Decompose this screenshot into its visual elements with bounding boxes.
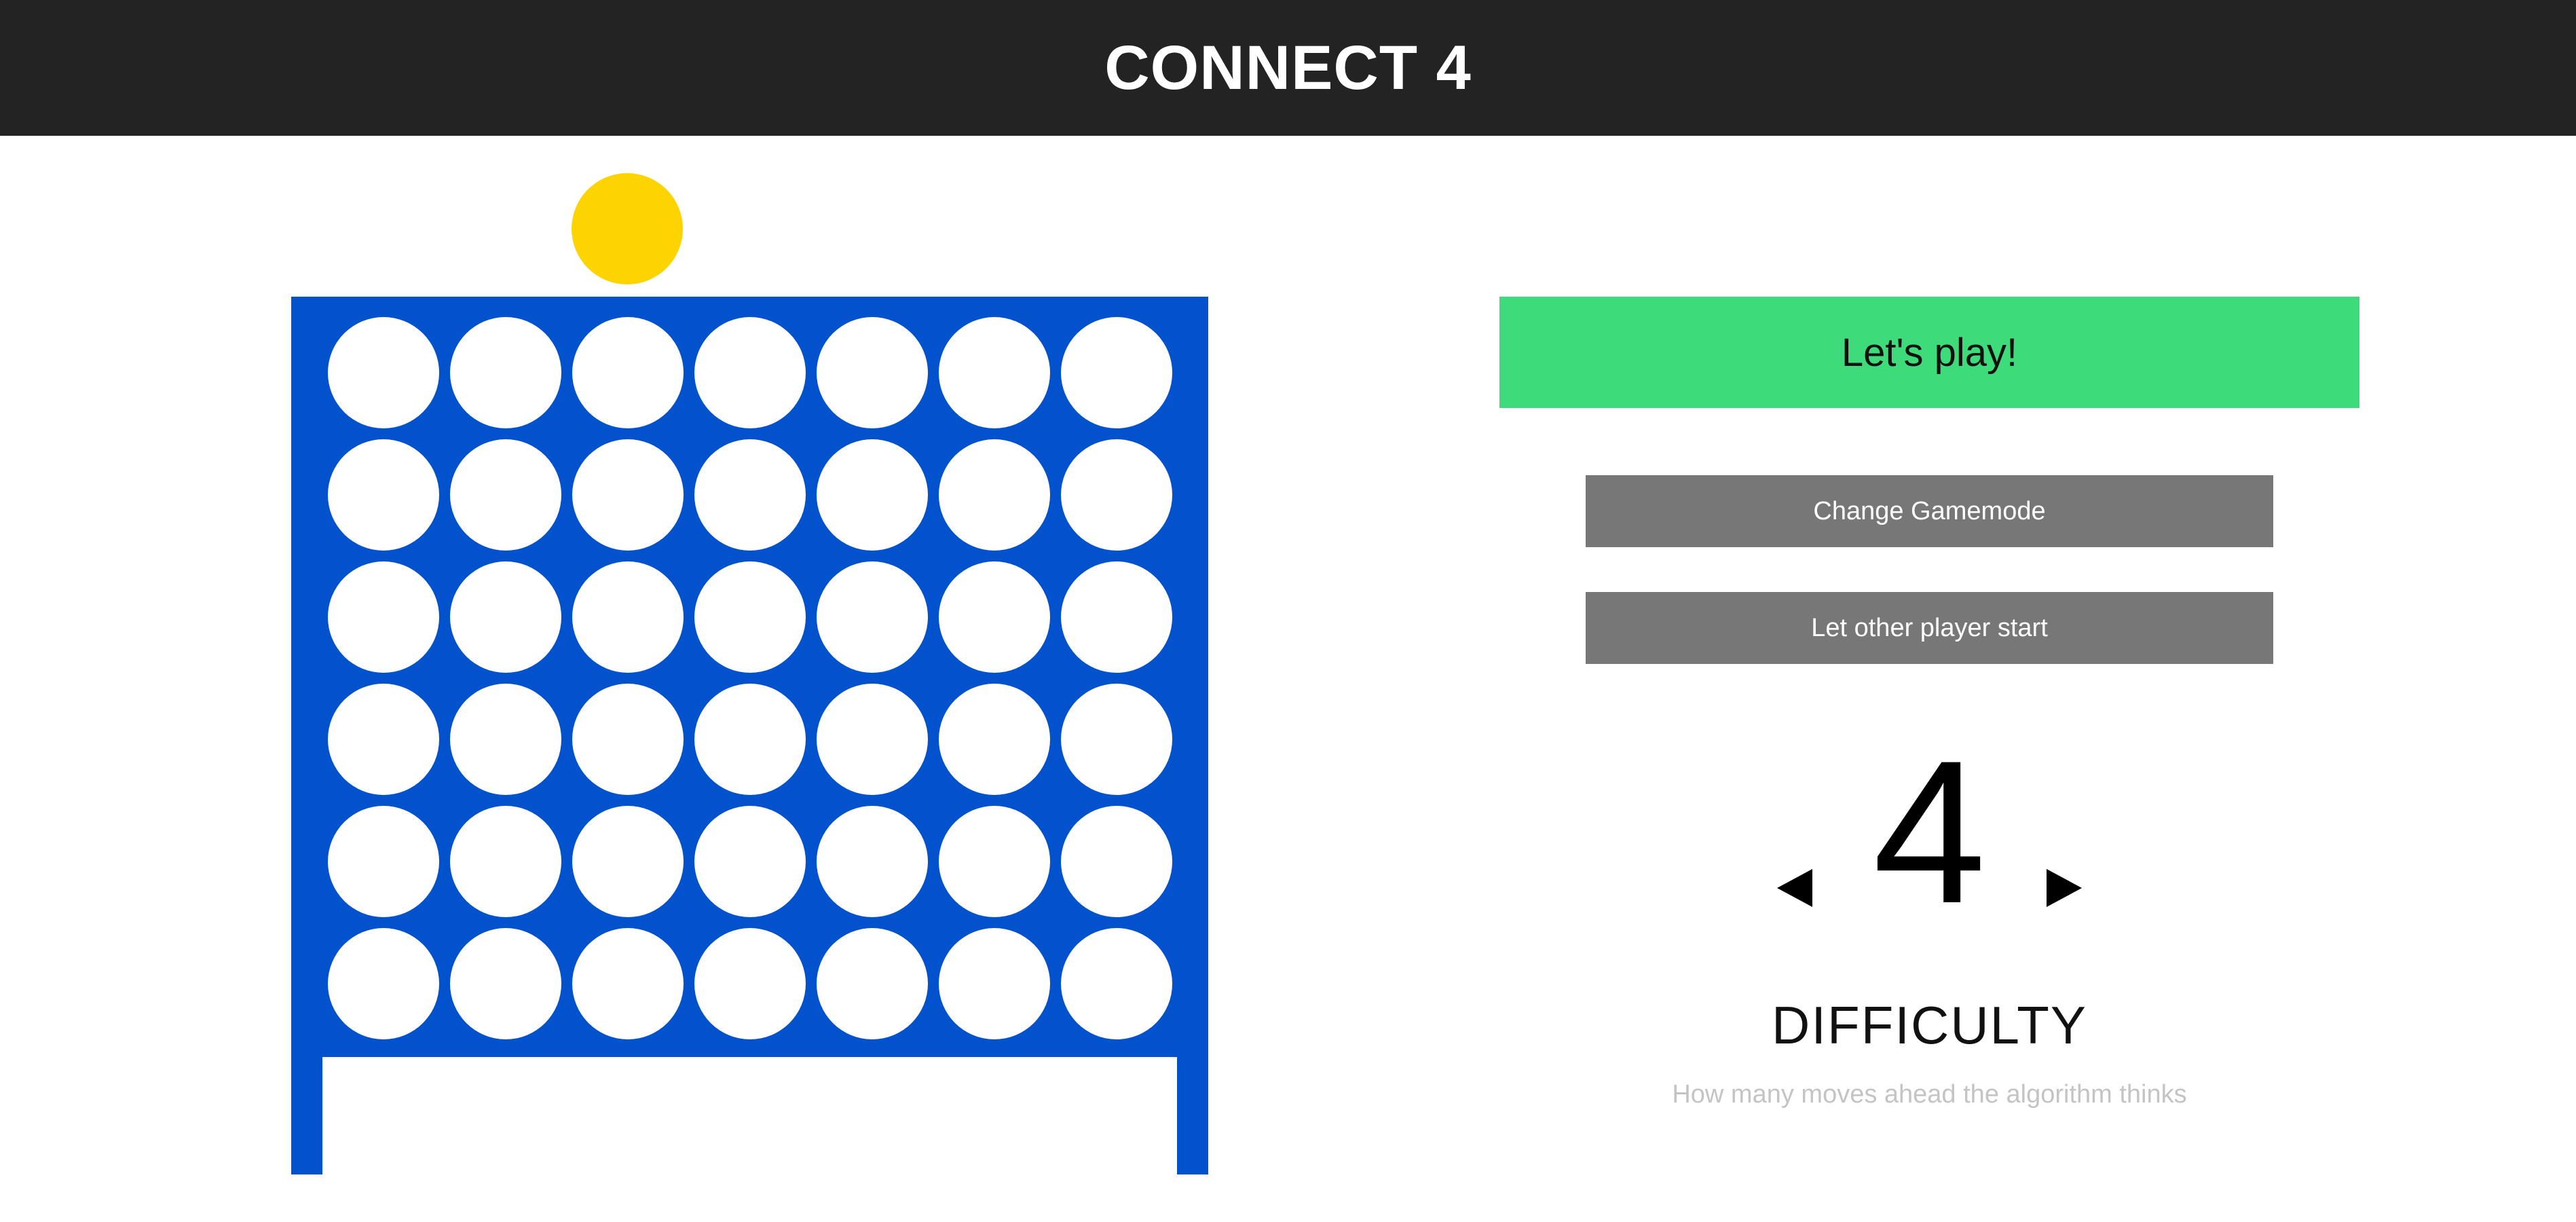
header-bar: CONNECT 4	[0, 0, 2576, 136]
board-slot[interactable]	[572, 928, 684, 1039]
board-slot[interactable]	[939, 317, 1050, 428]
board-slot[interactable]	[694, 317, 806, 428]
board-slot[interactable]	[328, 684, 439, 795]
board-slot[interactable]	[1061, 317, 1172, 428]
board-grid	[328, 317, 1172, 1039]
board-slot[interactable]	[694, 561, 806, 673]
game-board	[291, 297, 1208, 1174]
board-frame	[291, 297, 1208, 1057]
board-slot[interactable]	[328, 928, 439, 1039]
board-slot[interactable]	[694, 684, 806, 795]
board-slot[interactable]	[572, 684, 684, 795]
board-slot[interactable]	[939, 806, 1050, 917]
board-leg-left	[291, 1057, 322, 1174]
current-player-disc	[572, 173, 683, 284]
board-slot[interactable]	[694, 928, 806, 1039]
board-slot[interactable]	[450, 439, 561, 551]
board-slot[interactable]	[328, 561, 439, 673]
board-slot[interactable]	[450, 806, 561, 917]
board-slot[interactable]	[694, 439, 806, 551]
change-gamemode-button[interactable]: Change Gamemode	[1586, 475, 2273, 547]
difficulty-value: 4	[1873, 718, 1986, 946]
board-slot[interactable]	[328, 806, 439, 917]
board-slot[interactable]	[817, 439, 928, 551]
board-slot[interactable]	[1061, 928, 1172, 1039]
board-slot[interactable]	[694, 806, 806, 917]
board-slot[interactable]	[1061, 684, 1172, 795]
board-slot[interactable]	[572, 561, 684, 673]
board-slot[interactable]	[450, 317, 561, 428]
board-slot[interactable]	[328, 317, 439, 428]
triangle-right-icon[interactable]	[2047, 869, 2082, 907]
board-slot[interactable]	[817, 928, 928, 1039]
board-slot[interactable]	[572, 806, 684, 917]
board-slot[interactable]	[939, 684, 1050, 795]
other-player-start-button[interactable]: Let other player start	[1586, 592, 2273, 664]
page-title: CONNECT 4	[1104, 33, 1472, 103]
board-slot[interactable]	[572, 439, 684, 551]
difficulty-hint: How many moves ahead the algorithm think…	[1672, 1080, 2187, 1109]
board-slot[interactable]	[1061, 439, 1172, 551]
board-slot[interactable]	[450, 561, 561, 673]
board-slot[interactable]	[939, 439, 1050, 551]
board-slot[interactable]	[1061, 806, 1172, 917]
board-slot[interactable]	[817, 317, 928, 428]
board-slot[interactable]	[817, 684, 928, 795]
board-slot[interactable]	[939, 561, 1050, 673]
board-slot[interactable]	[450, 928, 561, 1039]
board-slot[interactable]	[572, 317, 684, 428]
board-slot[interactable]	[450, 684, 561, 795]
board-slot[interactable]	[1061, 561, 1172, 673]
board-slot[interactable]	[939, 928, 1050, 1039]
board-slot[interactable]	[817, 561, 928, 673]
play-button[interactable]: Let's play!	[1499, 297, 2359, 408]
board-slot[interactable]	[328, 439, 439, 551]
board-leg-right	[1177, 1057, 1208, 1174]
difficulty-label: DIFFICULTY	[1772, 995, 2087, 1055]
board-slot[interactable]	[817, 806, 928, 917]
